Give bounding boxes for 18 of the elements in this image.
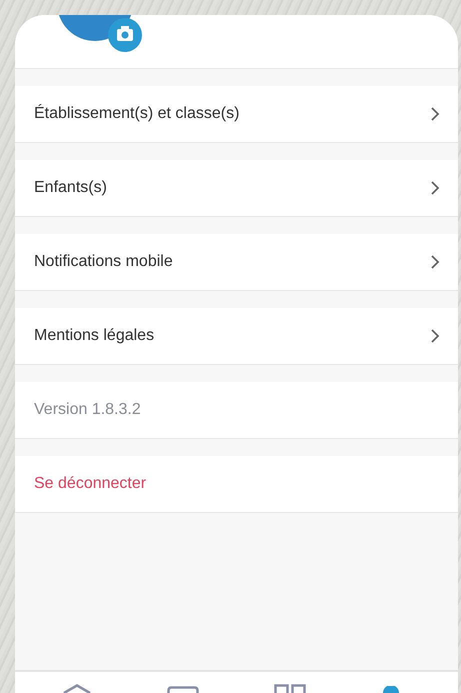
chevron-right-icon	[430, 328, 440, 344]
home-icon	[62, 684, 91, 693]
menu-item[interactable]: Enfants(s)	[15, 160, 458, 217]
menu-item[interactable]: Notifications mobile	[15, 234, 458, 291]
logout-button[interactable]: Se déconnecter	[15, 456, 458, 513]
version-row: Version 1.8.3.2	[15, 382, 458, 439]
message-icon	[166, 686, 199, 693]
chevron-right-icon	[430, 106, 440, 122]
nav-tab[interactable]	[274, 684, 306, 693]
chevron-right-icon	[430, 180, 440, 196]
person-icon	[382, 686, 400, 693]
menu-item[interactable]: Mentions légales	[15, 308, 458, 365]
menu-item[interactable]: Établissement(s) et classe(s)	[15, 86, 458, 143]
grid-icon	[274, 684, 306, 693]
nav-tab[interactable]	[62, 684, 91, 693]
nav-tab[interactable]	[382, 686, 400, 693]
nav-tab[interactable]	[166, 686, 199, 693]
chevron-right-icon	[430, 254, 440, 270]
